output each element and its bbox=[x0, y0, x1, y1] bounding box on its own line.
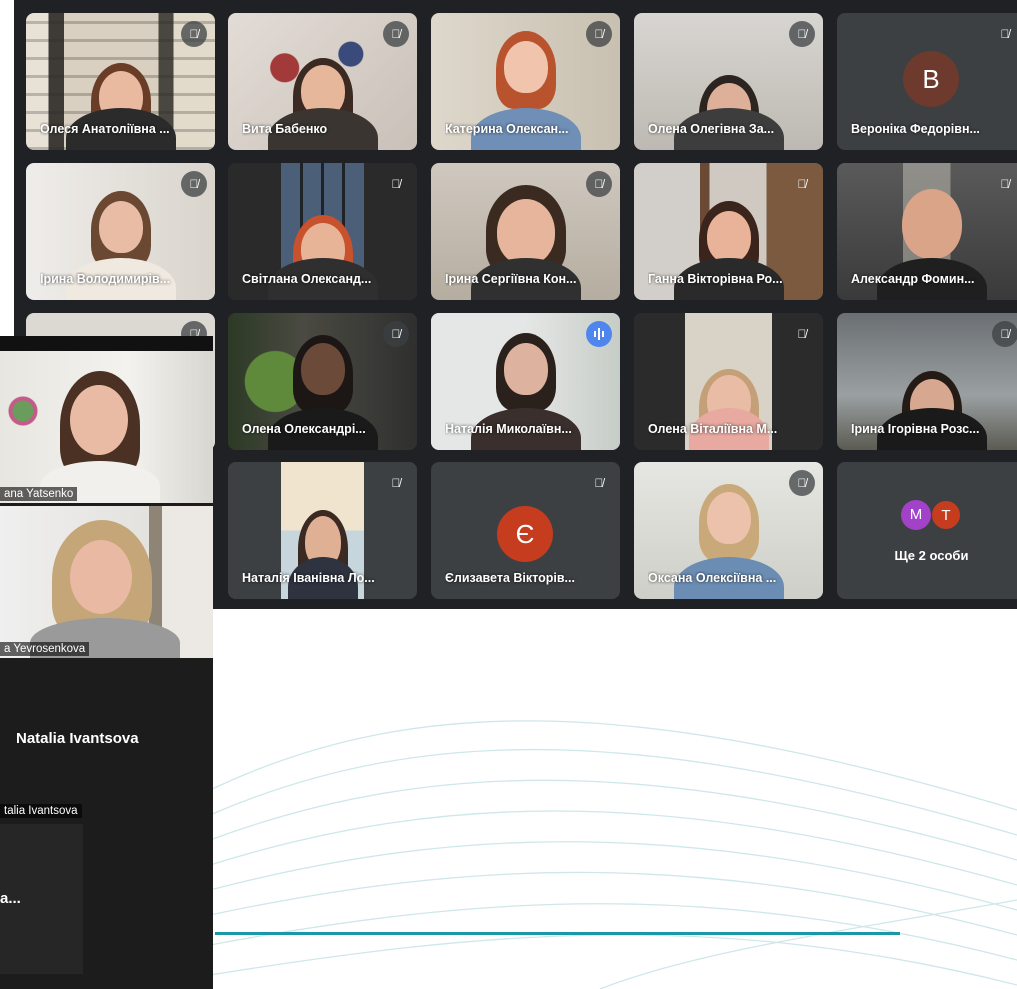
participant-tile[interactable]: 🎙̸ Наталія Іванівна Ло... bbox=[228, 462, 417, 599]
participant-tile[interactable]: 🎙̸ Оксана Олексіївна ... bbox=[634, 462, 823, 599]
participant-avatar: Є bbox=[497, 506, 553, 562]
side-participant-tile[interactable]: Natalia Ivantsova talia Ivantsova bbox=[0, 662, 213, 818]
window-top-bar bbox=[0, 336, 213, 351]
more-avatar-t: T bbox=[931, 500, 961, 530]
participant-tile[interactable]: 🎙̸ Александр Фомин... bbox=[837, 163, 1017, 300]
more-participants-tile[interactable]: M T Ще 2 особи bbox=[837, 462, 1017, 599]
side-participant-name: Natalia Ivantsova bbox=[16, 730, 139, 747]
participant-name: Катерина Олексан... bbox=[445, 122, 569, 136]
participant-tile[interactable]: 🎙̸ Ірина Володимирів... bbox=[26, 163, 215, 300]
participant-name: Вероніка Федорівн... bbox=[851, 122, 980, 136]
mic-muted-icon: 🎙̸ bbox=[1000, 27, 1010, 41]
participant-name: Ірина Ігорівна Розс... bbox=[851, 422, 980, 436]
participant-tile[interactable]: 🎙̸ Олена Віталіївна М... bbox=[634, 313, 823, 450]
participant-tile-speaking[interactable]: Наталія Миколаївн... bbox=[431, 313, 620, 450]
participant-name: Наталія Миколаївн... bbox=[445, 422, 572, 436]
mic-muted-icon: 🎙̸ bbox=[586, 171, 612, 197]
participant-name: Ірина Володимирів... bbox=[40, 272, 171, 286]
participant-tile[interactable]: 🎙̸ Вита Бабенко bbox=[228, 13, 417, 150]
mic-muted-icon: 🎙̸ bbox=[383, 321, 409, 347]
mic-muted-icon: 🎙̸ bbox=[181, 171, 207, 197]
participant-tile[interactable]: 🎙̸ Олена Олександрі... bbox=[228, 313, 417, 450]
side-participant-tile[interactable]: a Yevrosenkova bbox=[0, 506, 213, 658]
side-participant-label: a Yevrosenkova bbox=[0, 642, 90, 656]
mic-muted-icon: 🎙̸ bbox=[594, 476, 604, 490]
participant-name: Наталія Іванівна Ло... bbox=[242, 571, 375, 585]
side-participant-name: a... bbox=[0, 890, 21, 907]
participant-tile[interactable]: 🎙̸ Катерина Олексан... bbox=[431, 13, 620, 150]
side-participant-label: talia Ivantsova bbox=[0, 804, 82, 818]
participant-tile[interactable]: 🎙̸ Ірина Ігорівна Розс... bbox=[837, 313, 1017, 450]
mic-muted-icon: 🎙̸ bbox=[789, 21, 815, 47]
participant-name: Олена Віталіївна М... bbox=[648, 422, 778, 436]
participant-name: Олена Олександрі... bbox=[242, 422, 366, 436]
mic-muted-icon: 🎙̸ bbox=[789, 470, 815, 496]
side-participant-label: ana Yatsenko bbox=[0, 487, 78, 501]
more-avatar-m: M bbox=[901, 500, 931, 530]
participant-tile[interactable]: 🎙̸ Олена Олегівна За... bbox=[634, 13, 823, 150]
participant-tile[interactable]: 🎙̸ Ганна Вікторівна Ро... bbox=[634, 163, 823, 300]
accent-divider-line bbox=[215, 932, 900, 935]
participant-tile[interactable]: 🎙̸ Ірина Сергіївна Кон... bbox=[431, 163, 620, 300]
participant-tile[interactable]: Є 🎙̸ Єлизавета Вікторів... bbox=[431, 462, 620, 599]
mic-muted-icon: 🎙̸ bbox=[797, 177, 807, 191]
participant-name: Світлана Олександ... bbox=[242, 272, 372, 286]
secondary-meeting-window: ana Yatsenko a Yevrosenkova Natalia Ivan… bbox=[0, 336, 213, 989]
participant-name: Олеся Анатоліївна ... bbox=[40, 122, 170, 136]
plant-decor bbox=[8, 391, 38, 431]
participant-name: Ірина Сергіївна Кон... bbox=[445, 272, 577, 286]
participant-tile[interactable]: B 🎙̸ Вероніка Федорівн... bbox=[837, 13, 1017, 150]
mic-muted-icon: 🎙̸ bbox=[391, 177, 401, 191]
mic-muted-icon: 🎙̸ bbox=[797, 327, 807, 341]
mic-muted-icon: 🎙̸ bbox=[383, 21, 409, 47]
more-participants-label: Ще 2 особи bbox=[894, 548, 969, 563]
participant-name: Александр Фомин... bbox=[851, 272, 975, 286]
mic-muted-icon: 🎙̸ bbox=[586, 21, 612, 47]
mic-muted-icon: 🎙̸ bbox=[391, 476, 401, 490]
participant-name: Ганна Вікторівна Ро... bbox=[648, 272, 783, 286]
mic-muted-icon: 🎙̸ bbox=[1000, 177, 1010, 191]
mic-muted-icon: 🎙̸ bbox=[992, 321, 1017, 347]
side-participant-tile[interactable]: a... bbox=[0, 824, 83, 974]
participant-tile[interactable]: 🎙̸ Світлана Олександ... bbox=[228, 163, 417, 300]
participant-tile[interactable]: 🎙̸ Олеся Анатоліївна ... bbox=[26, 13, 215, 150]
side-participant-tile[interactable]: ana Yatsenko bbox=[0, 351, 213, 503]
participant-name: Вита Бабенко bbox=[242, 122, 328, 136]
mic-muted-icon: 🎙̸ bbox=[181, 21, 207, 47]
participant-name: Олена Олегівна За... bbox=[648, 122, 775, 136]
speaking-indicator-icon bbox=[586, 321, 612, 347]
participant-avatar: B bbox=[903, 51, 959, 107]
participant-name: Єлизавета Вікторів... bbox=[445, 571, 575, 585]
participant-name: Оксана Олексіївна ... bbox=[648, 571, 777, 585]
